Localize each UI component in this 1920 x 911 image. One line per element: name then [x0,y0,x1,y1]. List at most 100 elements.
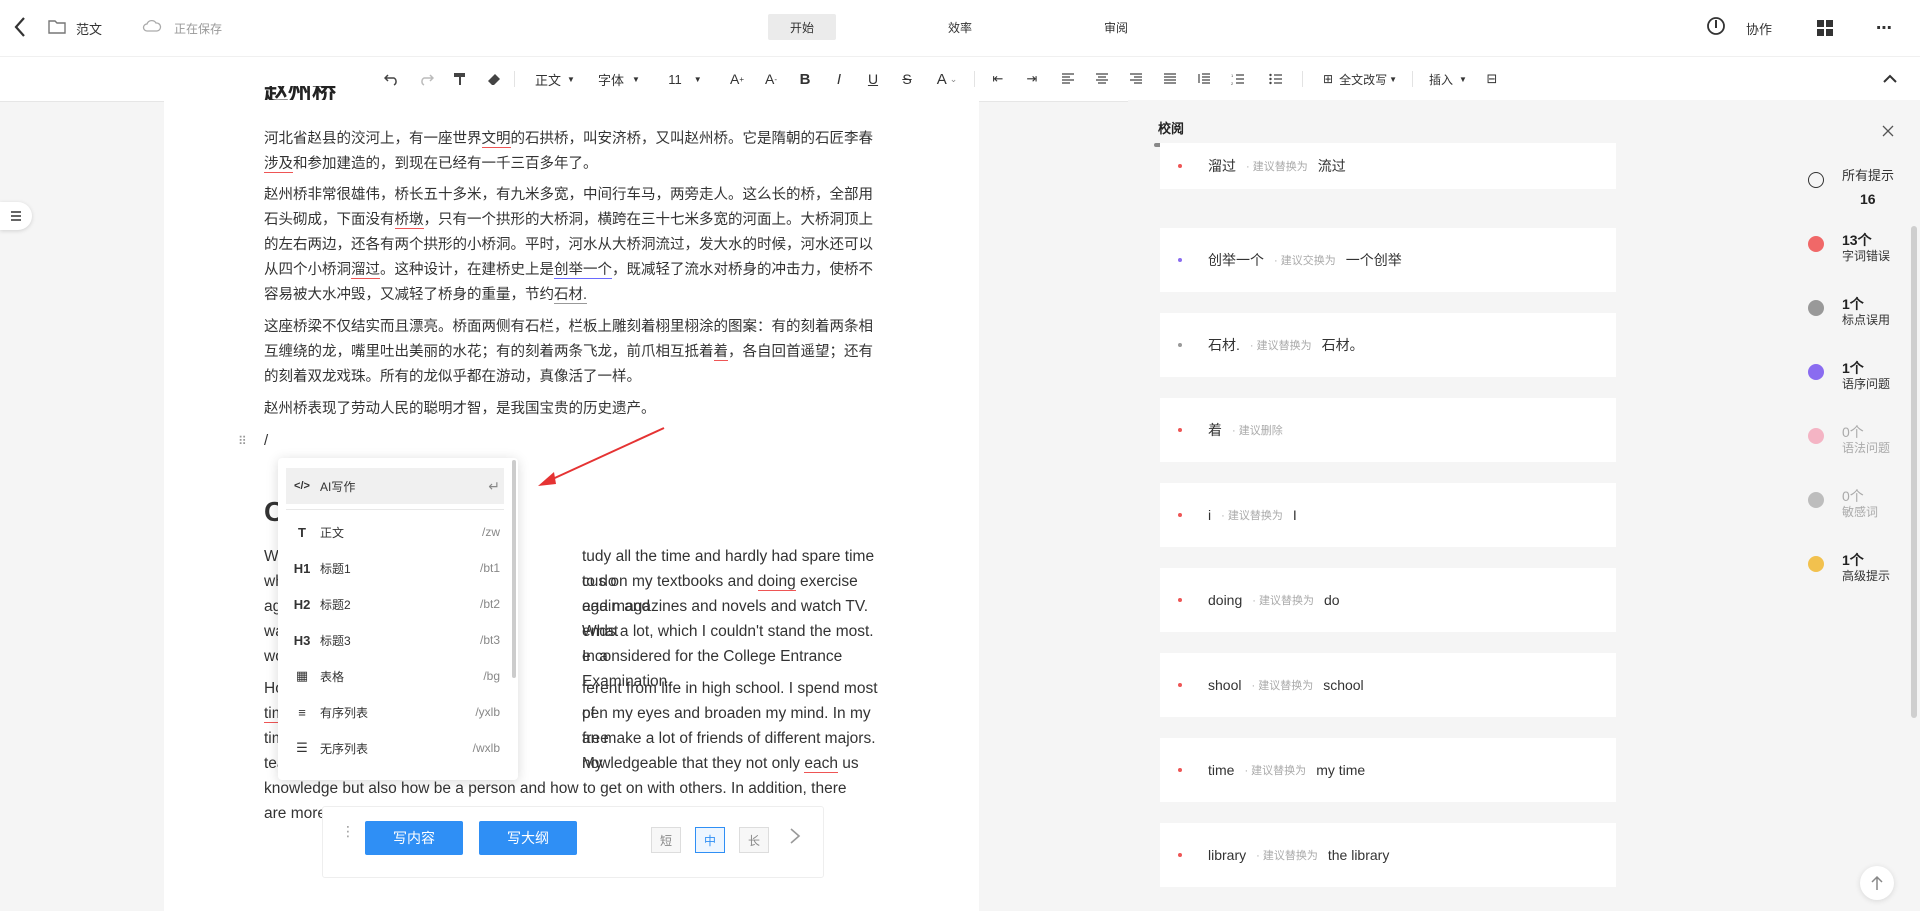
doc-title[interactable]: 范文 [76,19,102,38]
paragraph-4[interactable]: 赵州桥表现了劳动人民的聪明才智，是我国宝贵的历史遗产。 [264,397,884,422]
review-scrollbar[interactable] [1911,226,1917,718]
italic-icon[interactable]: I [828,65,850,93]
underline-icon[interactable]: U [862,65,884,93]
error-mark[interactable]: doing [757,573,796,591]
category-item[interactable]: 1个 高级提示 [1808,552,1890,584]
error-mark[interactable]: 溜过 [351,262,380,279]
line-spacing-icon[interactable] [1194,65,1214,93]
back-icon[interactable] [10,14,32,40]
font-color-icon[interactable]: A ⌄ [932,65,962,93]
length-medium-button[interactable]: 中 [695,827,725,853]
error-mark[interactable]: 创举一个 [554,262,612,279]
chevron-right-icon[interactable] [789,827,801,850]
collab-button[interactable]: 协作 [1746,19,1772,38]
suggested-fix[interactable]: do [1324,592,1340,608]
menu-item-h1[interactable]: H1 标题1 /bt1 [286,550,504,586]
suggested-fix[interactable]: I [1293,507,1297,523]
error-mark[interactable]: each [804,755,838,773]
menu-scrollbar[interactable] [512,460,516,678]
menu-item-ordered-list[interactable]: ≡ 有序列表 /yxlb [286,694,504,730]
format-painter-icon[interactable] [450,65,470,93]
undo-icon[interactable] [382,65,402,93]
error-mark[interactable]: 文明 [481,131,511,148]
error-mark[interactable]: 着 [713,344,728,361]
menu-item-ai-write[interactable]: </> AI写作 ↵ [286,468,504,504]
menu-item-table[interactable]: ▦ 表格 /bg [286,658,504,694]
paragraph-3[interactable]: 这座桥梁不仅结实而且漂亮。桥面两侧有石栏，栏板上雕刻着栩里栩涂的图案：有的刻着两… [264,315,884,390]
paragraph-style-select[interactable]: 正文 ▼ [532,65,578,93]
redo-icon[interactable] [416,65,436,93]
font-size-select[interactable]: 11 ▼ [664,65,706,93]
slash-input[interactable]: / [264,432,268,449]
length-short-button[interactable]: 短 [651,827,681,853]
review-tab[interactable]: 校阅 [1158,118,1184,137]
review-card[interactable]: doing · 建议替换为 do [1160,568,1616,632]
review-card[interactable]: 着 · 建议删除 [1160,398,1616,462]
justify-icon[interactable] [1160,65,1180,93]
review-card[interactable]: 创举一个 · 建议交换为 一个创举 [1160,228,1616,292]
suggested-fix[interactable]: 石材。 [1322,335,1364,355]
menu-item-h3[interactable]: H3 标题3 /bt3 [286,622,504,658]
tab-start-label: 开始 [789,20,814,35]
menu-item-bullet-list[interactable]: ☰ 无序列表 /wxlb [286,730,504,766]
bold-icon[interactable]: B [794,65,816,93]
back-to-top-button[interactable] [1860,866,1894,900]
category-count: 13个 [1842,232,1872,248]
align-right-icon[interactable] [1126,65,1146,93]
strikethrough-icon[interactable]: S [896,65,918,93]
decrease-font-icon[interactable]: A- [760,65,782,93]
settings-icon[interactable]: ⊟ [1482,65,1502,93]
grid-icon[interactable] [1816,19,1834,37]
font-select[interactable]: 字体 ▼ [596,65,642,93]
category-all[interactable]: 所有提示 16 [1808,168,1894,207]
category-item[interactable]: 13个 字词错误 [1808,232,1890,264]
category-item[interactable]: 1个 语序问题 [1808,360,1890,392]
review-card[interactable]: 溜过 · 建议替换为 流过 [1160,143,1616,189]
review-card[interactable]: time · 建议替换为 my time [1160,738,1616,802]
suggested-fix[interactable]: school [1323,677,1363,693]
error-mark[interactable]: 石材. [554,287,588,304]
paragraph-2[interactable]: 赵州桥非常很雄伟，桥长五十多米，有九米多宽，中间行车马，两旁走人。这么长的桥，全… [264,183,884,308]
folder-icon[interactable] [48,18,66,34]
table-icon: ▦ [295,668,309,683]
write-content-button[interactable]: 写内容 [365,821,463,855]
indent-decrease-icon[interactable]: ⇤ [988,65,1008,93]
suggested-fix[interactable]: my time [1316,762,1365,778]
suggested-fix[interactable]: the library [1328,847,1389,863]
align-left-icon[interactable] [1058,65,1078,93]
paragraph-1[interactable]: 河北省赵县的洨河上，有一座世界文明的石拱桥，叫安济桥，又叫赵州桥。它是隋朝的石匠… [264,127,884,177]
dashboard-icon[interactable] [1706,16,1726,36]
write-outline-button[interactable]: 写大纲 [479,821,577,855]
drag-handle-icon[interactable]: ⠿ [238,434,247,448]
error-mark[interactable]: 桥墩 [394,212,424,229]
menu-item-h2[interactable]: H2 标题2 /bt2 [286,586,504,622]
review-card[interactable]: i · 建议替换为 I [1160,483,1616,547]
category-item[interactable]: 1个 标点误用 [1808,296,1890,328]
tab-efficiency[interactable]: 效率 [926,14,994,40]
bullet-list-icon[interactable] [1266,65,1286,93]
more-icon[interactable]: ⋯ [1876,18,1892,38]
collapse-toolbar-icon[interactable] [1878,65,1902,93]
suggested-fix[interactable]: 流过 [1318,156,1346,176]
category-item[interactable]: 0个 语法问题 [1808,424,1890,456]
rewrite-button[interactable]: ⊞ 全文改写 ▼ [1318,65,1402,93]
menu-item-body[interactable]: T 正文 /zw [286,514,504,550]
insert-button[interactable]: 插入 ▼ [1426,65,1470,93]
error-mark[interactable]: 涉及 [264,156,293,173]
review-card[interactable]: library · 建议替换为 the library [1160,823,1616,887]
suggested-fix[interactable]: 一个创举 [1346,250,1402,270]
length-long-button[interactable]: 长 [739,827,769,853]
eraser-icon[interactable] [484,65,504,93]
tab-start[interactable]: 开始 [768,14,836,40]
drag-dots-icon[interactable]: ⋮ [341,824,355,838]
outline-toggle-icon[interactable] [0,202,32,230]
increase-font-icon[interactable]: A + [726,65,748,93]
review-card[interactable]: shool · 建议替换为 school [1160,653,1616,717]
align-center-icon[interactable] [1092,65,1112,93]
ordered-list-icon[interactable]: 12 [1228,65,1248,93]
indent-increase-icon[interactable]: ⇥ [1022,65,1042,93]
category-item[interactable]: 0个 敏感词 [1808,488,1878,520]
review-card[interactable]: 石材. · 建议替换为 石材。 [1160,313,1616,377]
tab-review[interactable]: 审阅 [1082,14,1150,40]
close-icon[interactable] [1882,124,1894,142]
